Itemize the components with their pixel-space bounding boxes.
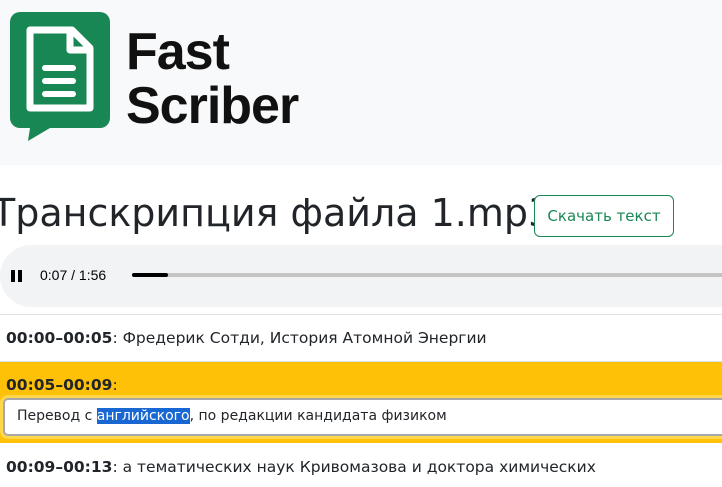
transcript-list: 00:00–00:05: Фредерик Сотди, История Ато… <box>0 314 722 487</box>
logo-word-scriber: Scriber <box>126 77 299 135</box>
document-chat-icon <box>10 12 110 141</box>
segment-timestamp: 00:09–00:13 <box>6 458 113 476</box>
segment-text: а тематических наук Кривомазова и доктор… <box>122 458 596 476</box>
download-text-button[interactable]: Скачать текст <box>534 195 674 237</box>
transcript-segment[interactable]: 00:09–00:13: а тематических наук Кривома… <box>0 443 722 487</box>
transcript-segment-active[interactable]: 00:05–00:09: Перевод с английского, по р… <box>0 362 722 443</box>
segment-edit-text: Перевод с английского, по редакции канди… <box>17 408 447 424</box>
selected-text: английского <box>96 408 190 424</box>
page: Fast Scriber Транскрипция файла 1.mp3 Ск… <box>0 0 722 487</box>
segment-edit-input[interactable]: Перевод с английского, по редакции канди… <box>0 395 722 439</box>
logo-word-fast: Fast <box>126 23 230 81</box>
player-time: 0:07 / 1:56 <box>40 267 107 283</box>
fastscriber-logo[interactable]: Fast Scriber <box>8 10 299 142</box>
seek-bar-progress <box>132 273 168 277</box>
segment-timestamp: 00:00–00:05 <box>6 329 113 347</box>
site-header: Fast Scriber <box>0 0 722 165</box>
seek-bar[interactable] <box>132 273 722 277</box>
transcript-segment[interactable]: 00:00–00:05: Фредерик Сотди, История Ато… <box>0 315 722 362</box>
segment-timestamp: 00:05–00:09 <box>6 376 113 394</box>
page-title: Транскрипция файла 1.mp3 <box>0 191 553 235</box>
segment-text: Фредерик Сотди, История Атомной Энергии <box>122 329 487 347</box>
pause-icon <box>11 270 15 282</box>
pause-button[interactable] <box>7 266 27 286</box>
